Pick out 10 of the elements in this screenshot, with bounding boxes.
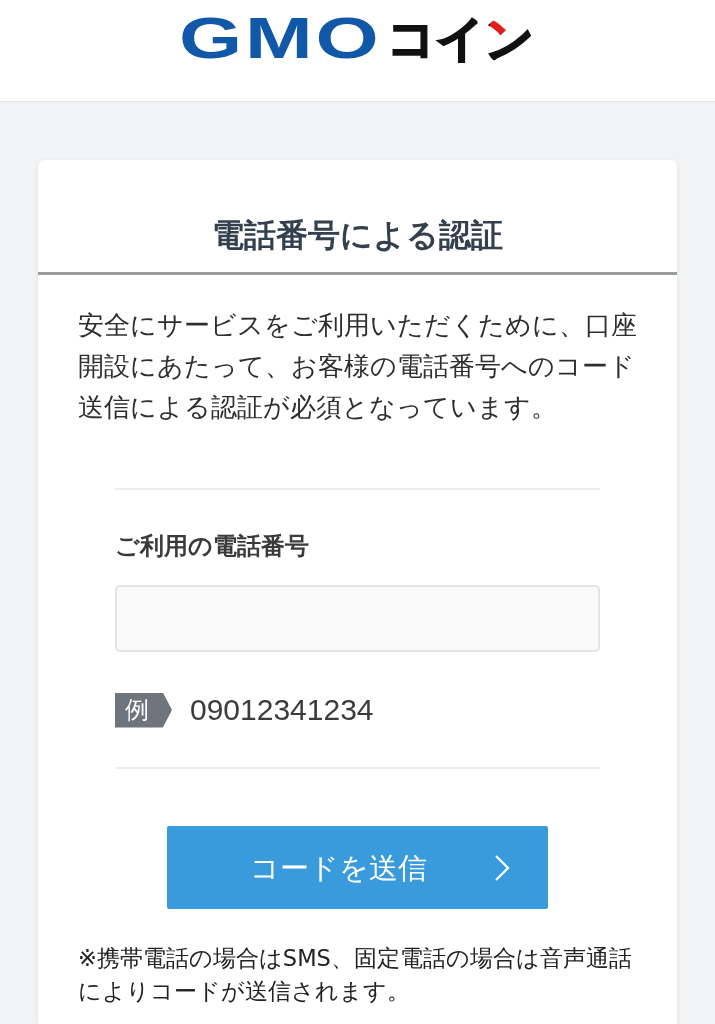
- note-text: ※携帯電話の場合はSMS、固定電話の場合は音声通話によりコードが送信されます。: [78, 944, 633, 1006]
- example-text: 09012341234: [190, 692, 374, 728]
- description-text: 安全にサービスをご利用いただくために、口座開設にあたって、お客様の電話番号へのコード送信による認証が必須となっています。: [78, 309, 637, 424]
- chevron-right-icon: [494, 853, 510, 882]
- logo-brand-text: GMO: [178, 6, 382, 70]
- page-title: 電話番号による認証: [211, 215, 504, 255]
- example-tag: 例: [115, 692, 172, 728]
- field-label: ご利用の電話番号: [115, 531, 310, 562]
- phone-input-field[interactable]: [115, 585, 600, 652]
- send-code-button[interactable]: コードを送信: [167, 826, 548, 909]
